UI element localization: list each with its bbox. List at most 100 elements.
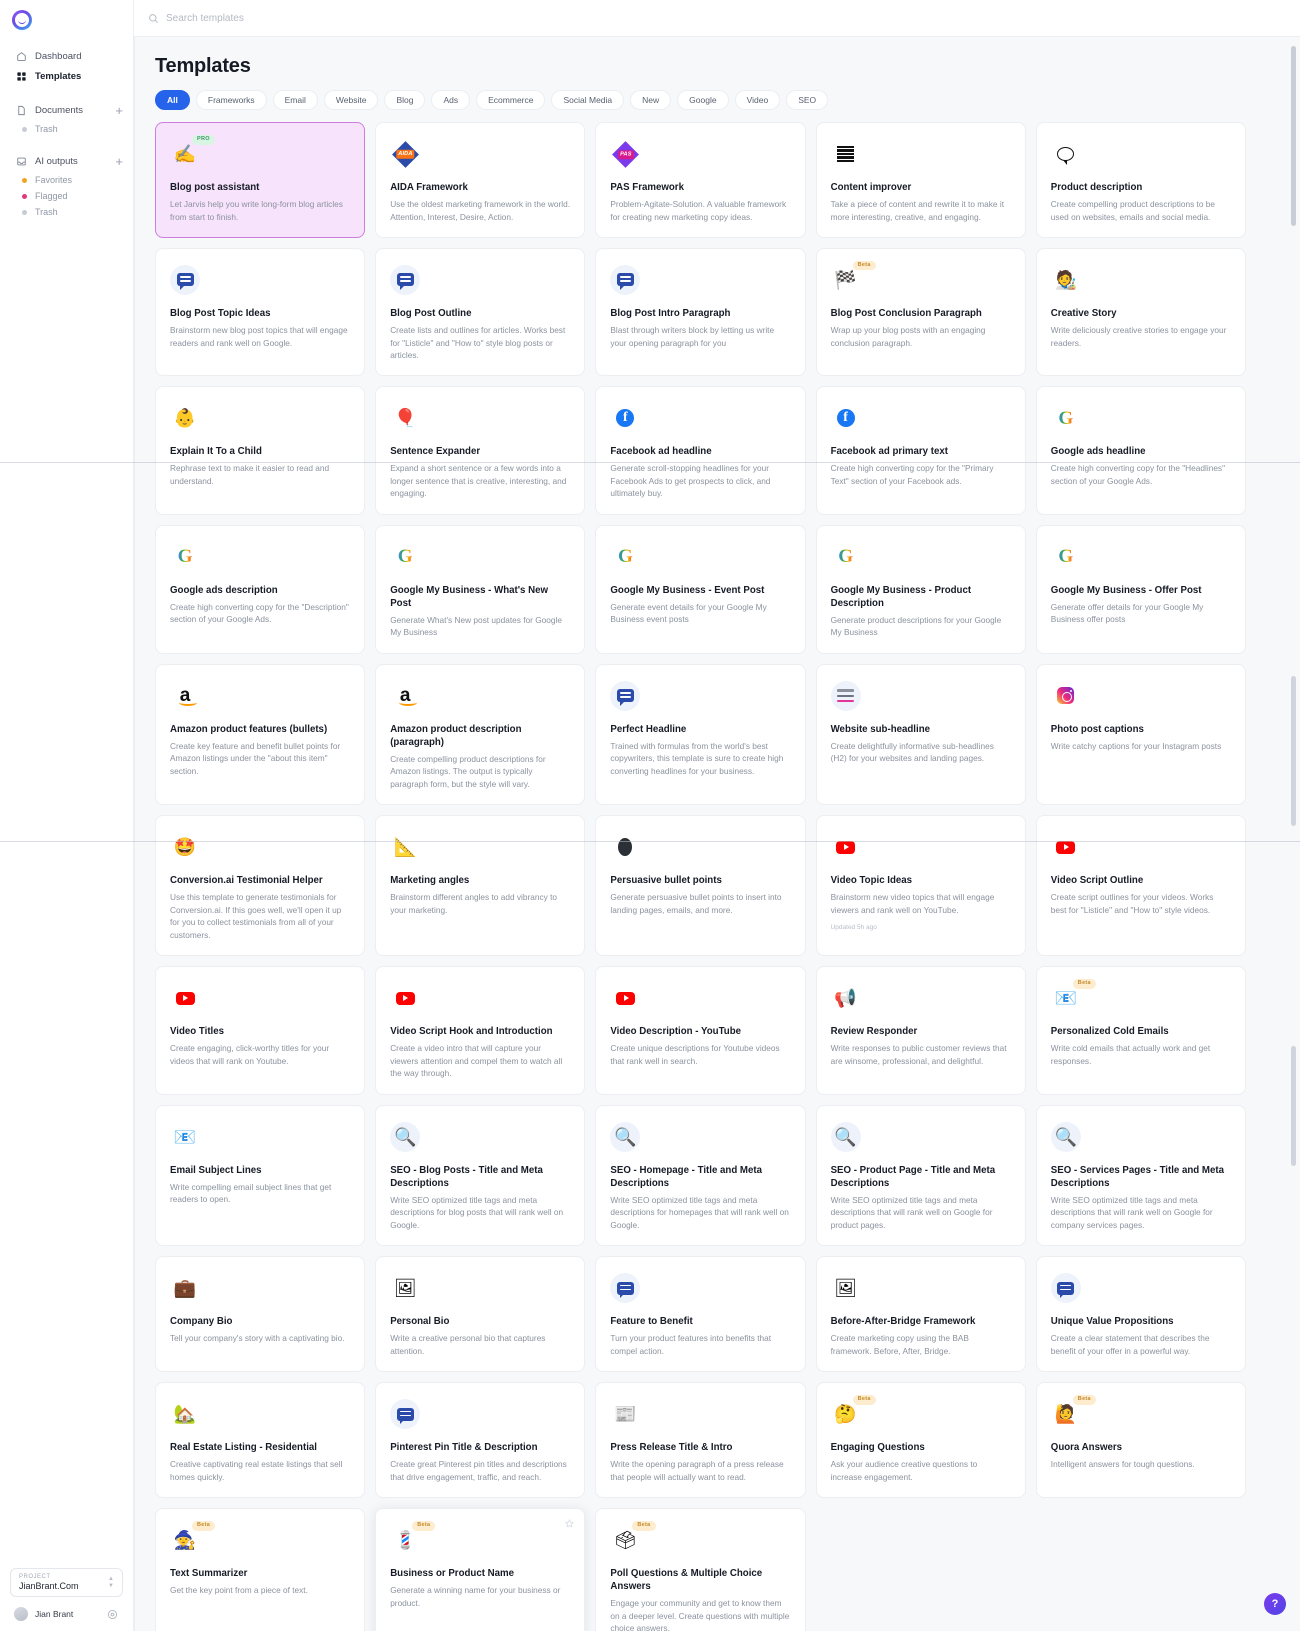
template-card[interactable]: Feature to Benefit Turn your product feat… [595, 1256, 806, 1373]
chevron-updown-icon[interactable]: ▲ ▼ [108, 1576, 114, 1589]
filter-chip-ecommerce[interactable]: Ecommerce [476, 90, 546, 110]
template-card[interactable]: 🏁 Beta Blog Post Conclusion Paragraph Wrap … [815, 247, 1026, 377]
template-icon-slot: 🏡 [170, 1399, 200, 1429]
template-card[interactable]: Video Topic Ideas Brainstorm new video to… [815, 815, 1026, 957]
sidebar-item-ai-trash[interactable]: Trash [0, 204, 133, 220]
template-card[interactable]: 🔍 SEO - Services Pages - Title and Meta D… [1035, 1104, 1246, 1247]
template-card[interactable]: 🏡 Real Estate Listing - Residential Creati… [155, 1382, 366, 1499]
sidebar-item-ai-outputs[interactable]: AI outputs + [0, 151, 133, 172]
sidebar-item-favorites[interactable]: Favorites [0, 172, 133, 188]
template-card[interactable]: f Facebook ad primary text Create high con… [815, 386, 1026, 515]
template-card[interactable]: Website sub-headline Create delightfully … [815, 663, 1026, 806]
scrollbar-thumb-secondary[interactable] [1291, 676, 1296, 826]
template-card[interactable]: 🔍 SEO - Product Page - Title and Meta Des… [815, 1104, 1026, 1247]
filter-chip-google[interactable]: Google [677, 90, 729, 110]
filter-chip-new[interactable]: New [630, 90, 672, 110]
template-card[interactable]: Perfect Headline Trained with formulas fr… [595, 663, 806, 806]
main-area: Search templates Templates All Frameworks… [134, 0, 1300, 1631]
template-card[interactable]: 🎈 Sentence Expander Expand a short sentenc… [375, 386, 586, 515]
template-card[interactable]: 📢 Review Responder Write responses to publ… [815, 966, 1026, 1095]
template-card[interactable]: Pinterest Pin Title & Description Create … [375, 1382, 586, 1499]
template-card[interactable]: Blog Post Outline Create lists and outlin… [375, 247, 586, 377]
newspaper-icon: 📰 [614, 1404, 637, 1425]
template-card[interactable]: Unique Value Propositions Create a clear … [1035, 1256, 1246, 1373]
project-selector[interactable]: PROJECT JianBrant.Com ▲ ▼ [10, 1568, 123, 1597]
template-card[interactable]: 🖼 Before-After-Bridge Framework Create mar… [815, 1256, 1026, 1373]
sidebar-item-flagged[interactable]: Flagged [0, 188, 133, 204]
template-card[interactable]: Video Script Outline Create script outlin… [1035, 815, 1246, 957]
template-card[interactable]: f Facebook ad headline Generate scroll-sto… [595, 386, 806, 515]
help-button[interactable]: ? [1264, 1593, 1286, 1615]
favorite-star-icon[interactable] [565, 1519, 575, 1528]
template-card[interactable]: 🖼 Personal Bio Write a creative personal b… [375, 1256, 586, 1373]
template-card[interactable]: Blog Post Intro Paragraph Blast through w… [595, 247, 806, 377]
template-card[interactable]: 🔍 SEO - Homepage - Title and Meta Descrip… [595, 1104, 806, 1247]
template-card[interactable]: G Google My Business - Offer Post Generate… [1035, 524, 1246, 654]
add-document-button[interactable]: + [115, 104, 123, 117]
filter-chip-ads[interactable]: Ads [431, 90, 471, 110]
sidebar-item-templates[interactable]: Templates [0, 66, 133, 86]
filter-chip-frameworks[interactable]: Frameworks [195, 90, 267, 110]
add-ai-output-button[interactable]: + [115, 155, 123, 168]
template-card[interactable]: AIDA AIDA Framework Use the oldest marketi… [375, 122, 586, 238]
template-card[interactable]: 🙋 Beta Quora Answers Intelligent answers fo… [1035, 1382, 1246, 1499]
template-card[interactable]: Video Script Hook and Introduction Create… [375, 966, 586, 1095]
user-profile-row[interactable]: Jian Brant [10, 1597, 123, 1621]
template-card[interactable]: 🤩 Conversion.ai Testimonial Helper Use thi… [155, 815, 366, 957]
template-icon-slot: f [831, 403, 861, 433]
template-card[interactable]: G Google ads description Create high conve… [155, 524, 366, 654]
filter-chip-video[interactable]: Video [734, 90, 781, 110]
template-card[interactable]: G Google ads headline Create high converti… [1035, 386, 1246, 515]
template-card[interactable]: Blog Post Topic Ideas Brainstorm new blog… [155, 247, 366, 377]
filter-chip-website[interactable]: Website [323, 90, 379, 110]
logo-container[interactable] [0, 0, 133, 38]
scrollbar-track[interactable] [1291, 36, 1298, 1631]
template-card[interactable]: G Google My Business - Event Post Generate… [595, 524, 806, 654]
template-card[interactable]: 🗳 Beta Poll Questions & Multiple Choice An… [595, 1508, 806, 1631]
wizard-icon: 🧙 [173, 1530, 197, 1551]
template-card[interactable]: 📰 Press Release Title & Intro Write the op… [595, 1382, 806, 1499]
sidebar-item-dashboard[interactable]: Dashboard [0, 46, 133, 66]
template-card[interactable]: Video Titles Create engaging, click-worth… [155, 966, 366, 1095]
scrollbar-thumb[interactable] [1291, 46, 1296, 226]
sidebar-item-documents[interactable]: Documents + [0, 100, 133, 121]
person-frame-icon: 🖼 [393, 1278, 417, 1299]
amazon-icon: a [398, 685, 417, 707]
template-card[interactable]: 👶 Explain It To a Child Rephrase text to m… [155, 386, 366, 515]
template-card[interactable]: Content improver Take a piece of content … [815, 122, 1026, 238]
template-icon-slot: ✍ PRO [170, 135, 215, 169]
template-card[interactable]: G Google My Business - Product Descriptio… [815, 524, 1026, 654]
template-card[interactable]: a Amazon product features (bullets) Create… [155, 663, 366, 806]
template-card[interactable]: Product description Create compelling pro… [1035, 122, 1246, 238]
gear-icon[interactable] [106, 1608, 119, 1621]
template-title: Blog post assistant [170, 182, 260, 193]
sidebar-item-documents-trash[interactable]: Trash [0, 121, 133, 137]
template-description: Expand a short sentence or a few words i… [390, 463, 567, 499]
template-card[interactable]: Persuasive bullet points Generate persuas… [595, 815, 806, 957]
pen-writing-icon: ✍ [173, 144, 197, 164]
template-card[interactable]: Video Description - YouTube Create unique… [595, 966, 806, 1095]
template-card[interactable]: 🧙 Beta Text Summarizer Get the key point fr… [155, 1508, 366, 1631]
template-card[interactable]: G Google My Business - What's New Post Gen… [375, 524, 586, 654]
template-card[interactable]: 🧑‍🎨 Creative Story Write deliciously creat… [1035, 247, 1246, 377]
filter-chip-social-media[interactable]: Social Media [551, 90, 625, 110]
template-card[interactable]: 💈 Beta Business or Product Name Generate a … [375, 1508, 586, 1631]
template-title: Press Release Title & Intro [610, 1442, 733, 1454]
template-card[interactable]: a Amazon product description (paragraph) C… [375, 663, 586, 806]
search-input[interactable]: Search templates [148, 13, 488, 24]
template-card[interactable]: Photo post captions Write catchy captions… [1035, 663, 1246, 806]
template-card[interactable]: PAS PAS Framework Problem-Agitate-Solution… [595, 122, 806, 238]
template-card[interactable]: 📧 Email Subject Lines Write compelling ema… [155, 1104, 366, 1247]
template-card[interactable]: 🔍 SEO - Blog Posts - Title and Meta Descr… [375, 1104, 586, 1247]
template-card[interactable]: 🤔 Beta Engaging Questions Ask your audience… [815, 1382, 1026, 1499]
filter-chip-seo[interactable]: SEO [786, 90, 829, 110]
filter-chip-email[interactable]: Email [272, 90, 318, 110]
template-card[interactable]: 📧 Beta Personalized Cold Emails Write cold … [1035, 966, 1246, 1095]
template-card[interactable]: 📐 Marketing angles Brainstorm different an… [375, 815, 586, 957]
filter-chip-blog[interactable]: Blog [384, 90, 426, 110]
template-card[interactable]: ✍ PRO Blog post assistant Let Jarvis help y… [155, 122, 366, 238]
filter-chip-all[interactable]: All [155, 90, 190, 110]
template-card[interactable]: 💼 Company Bio Tell your company's story wi… [155, 1256, 366, 1373]
scrollbar-thumb-tertiary[interactable] [1291, 1046, 1296, 1166]
